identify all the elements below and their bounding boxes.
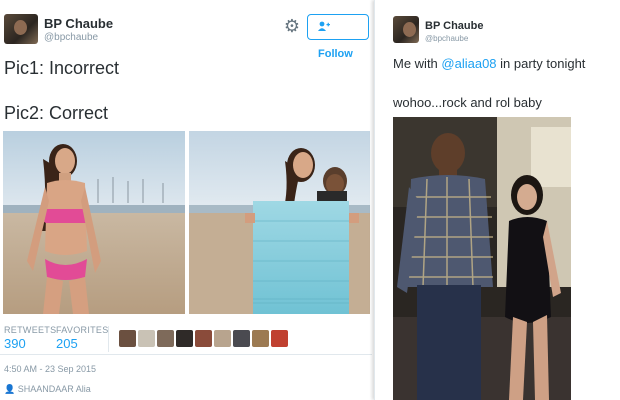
retweets-count[interactable]: 390 [4, 336, 26, 351]
favoriter-avatar[interactable] [271, 330, 288, 347]
mention-link[interactable]: @aliaa08 [441, 56, 496, 71]
author-avatar[interactable] [4, 14, 38, 44]
favoriter-avatar[interactable] [233, 330, 250, 347]
gear-icon[interactable]: ⚙ [282, 16, 302, 36]
author-avatar[interactable] [393, 16, 419, 43]
tweet-context-label: SHAANDAAR Alia [17, 384, 91, 394]
favoriter-avatar[interactable] [119, 330, 136, 347]
stats-divider [108, 326, 109, 352]
follow-button[interactable]: Follow [307, 14, 369, 60]
right-tweet-card: BP Chaube @bpchaube Me with @aliaa08 in … [374, 0, 620, 400]
favorites-count[interactable]: 205 [56, 336, 78, 351]
tweet-text-line2: wohoo...rock and rol baby [393, 95, 542, 110]
tweet-photo-2[interactable] [189, 131, 370, 314]
author-name[interactable]: BP Chaube [44, 16, 113, 31]
favoriter-avatar[interactable] [176, 330, 193, 347]
tweet-photo-1[interactable] [3, 131, 185, 314]
favoriter-avatar[interactable] [195, 330, 212, 347]
add-user-icon [318, 15, 330, 41]
retweets-label: RETWEETS [4, 325, 57, 335]
favorites-label: FAVORITES [56, 325, 109, 335]
tweet-text-prefix: Me with [393, 56, 442, 71]
tweet-context: 👤 SHAANDAAR Alia [4, 384, 91, 395]
tweet-text-line1: Pic1: Incorrect [4, 58, 120, 78]
tweet-photo-party[interactable] [393, 117, 571, 400]
tweet-text-line1: Me with @aliaa08 in party tonight [393, 56, 585, 71]
tweet-text-suffix: in party tonight [496, 56, 586, 71]
tweet-text-line2: Pic2: Correct [4, 103, 109, 123]
divider [0, 354, 372, 355]
favoriter-avatar[interactable] [252, 330, 269, 347]
author-name[interactable]: BP Chaube [425, 20, 483, 32]
author-handle[interactable]: @bpchaube [44, 32, 98, 43]
author-handle[interactable]: @bpchaube [425, 34, 468, 43]
follow-label: Follow [318, 48, 353, 60]
tweet-timestamp[interactable]: 4:50 AM - 23 Sep 2015 [4, 364, 96, 374]
person-icon: 👤 [4, 384, 16, 394]
left-tweet-card: BP Chaube @bpchaube ⚙ Follow Pic1: Incor… [0, 0, 372, 400]
favoriter-avatar[interactable] [157, 330, 174, 347]
favoriter-avatar[interactable] [138, 330, 155, 347]
favoriter-avatar[interactable] [214, 330, 231, 347]
